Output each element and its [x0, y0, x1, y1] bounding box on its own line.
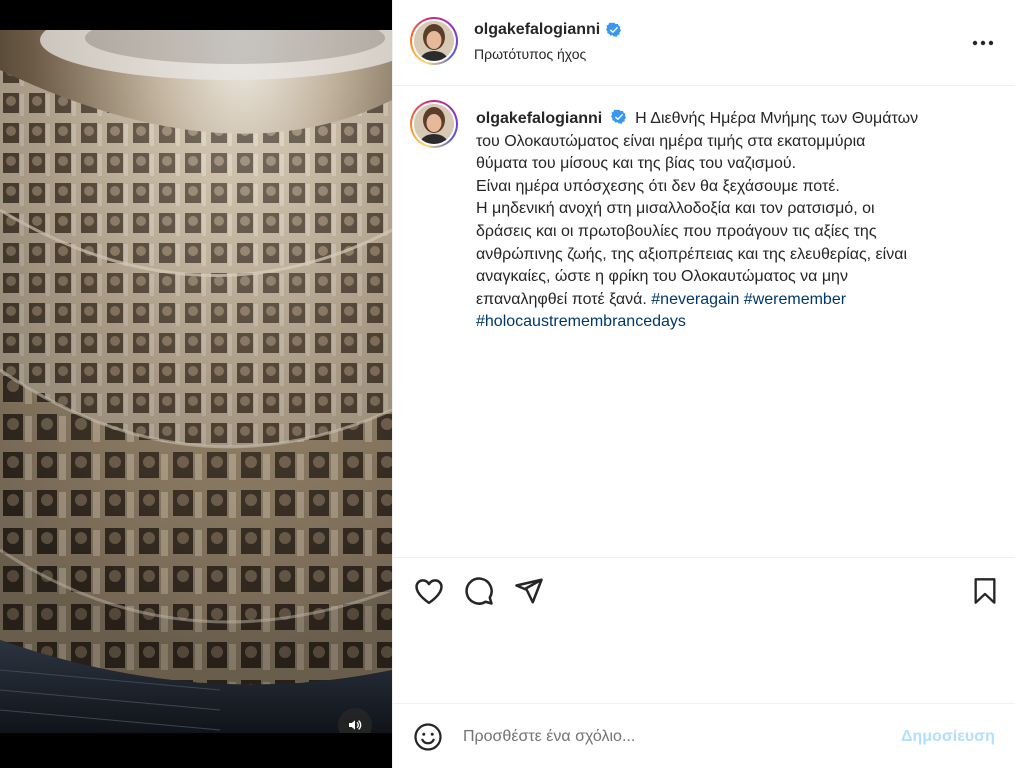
caption-line: θύματα του μίσους και της βίας του ναζισ…: [476, 155, 797, 173]
caption-line: Είναι ημέρα υπόσχεσης ότι δεν θα ξεχάσου…: [476, 177, 840, 195]
hashtag-link[interactable]: #neveragain: [651, 291, 739, 308]
more-options-button[interactable]: [969, 31, 997, 55]
heart-icon: [415, 579, 443, 605]
bookmark-icon: [974, 578, 996, 604]
like-button[interactable]: [413, 575, 445, 607]
post-comment-button[interactable]: Δημοσίευση: [901, 728, 995, 746]
comment-input[interactable]: [463, 721, 883, 753]
caption-username[interactable]: olgakefalogianni: [476, 110, 602, 127]
speaker-icon: [349, 720, 362, 730]
caption-line: του Ολοκαυτώματος είναι ημέρα τιμής στα …: [476, 132, 866, 150]
caption-line: Η μηδενική ανοχή στη μισαλλοδοξία και το…: [476, 200, 875, 218]
media-letterbox-bottom: [0, 733, 392, 768]
comment-bar: Δημοσίευση: [393, 703, 1015, 768]
send-icon: [515, 578, 543, 604]
action-bar: [393, 558, 1015, 624]
header-username[interactable]: olgakefalogianni: [474, 21, 600, 39]
hashtag-link[interactable]: #weremember: [744, 291, 846, 308]
caption-line: αναγκαίες, ώστε η φρίκη του Ολοκαυτώματο…: [476, 268, 848, 286]
header-username-row: olgakefalogianni: [474, 21, 622, 39]
caption-avatar-image: [414, 104, 454, 144]
post-media[interactable]: [0, 0, 392, 768]
caption-line: ανθρώπινης ζωής, της αξιοπρέπειας και τη…: [476, 245, 908, 263]
emoji-button[interactable]: [413, 722, 443, 752]
caption-line: δράσεις και οι πρωτοβουλίες που προάγουν…: [476, 222, 877, 240]
verified-badge-icon: [610, 109, 626, 124]
comment-button[interactable]: [463, 575, 495, 607]
audio-label[interactable]: Πρωτότυπος ήχος: [474, 46, 586, 62]
more-options-icon: [972, 40, 994, 46]
verified-badge-icon: [606, 22, 622, 37]
emoji-icon: [414, 723, 442, 751]
post-panel: olgakefalogianni Πρωτότυπος ήχος olgakef…: [392, 0, 1015, 768]
media-letterbox-top: [0, 0, 392, 30]
video-frame-image: [0, 30, 392, 733]
share-button[interactable]: [513, 575, 545, 607]
caption-line: επαναληφθεί ποτέ ξανά.: [476, 290, 647, 308]
comment-icon: [465, 577, 493, 605]
caption-text: olgakefalogianni Η Διεθνής Ημέρα Μνήμης …: [476, 108, 996, 334]
caption-avatar[interactable]: [410, 100, 458, 148]
hashtag-link[interactable]: #holocaustremembrancedays: [476, 313, 686, 330]
avatar[interactable]: [410, 17, 458, 65]
avatar-image: [414, 21, 454, 61]
video-frame[interactable]: [0, 30, 392, 733]
save-button[interactable]: [969, 575, 1001, 607]
caption-area: olgakefalogianni Η Διεθνής Ημέρα Μνήμης …: [393, 86, 1015, 558]
caption-line: Η Διεθνής Ημέρα Μνήμης των Θυμάτων: [635, 110, 919, 127]
post-header: olgakefalogianni Πρωτότυπος ήχος: [393, 0, 1015, 86]
